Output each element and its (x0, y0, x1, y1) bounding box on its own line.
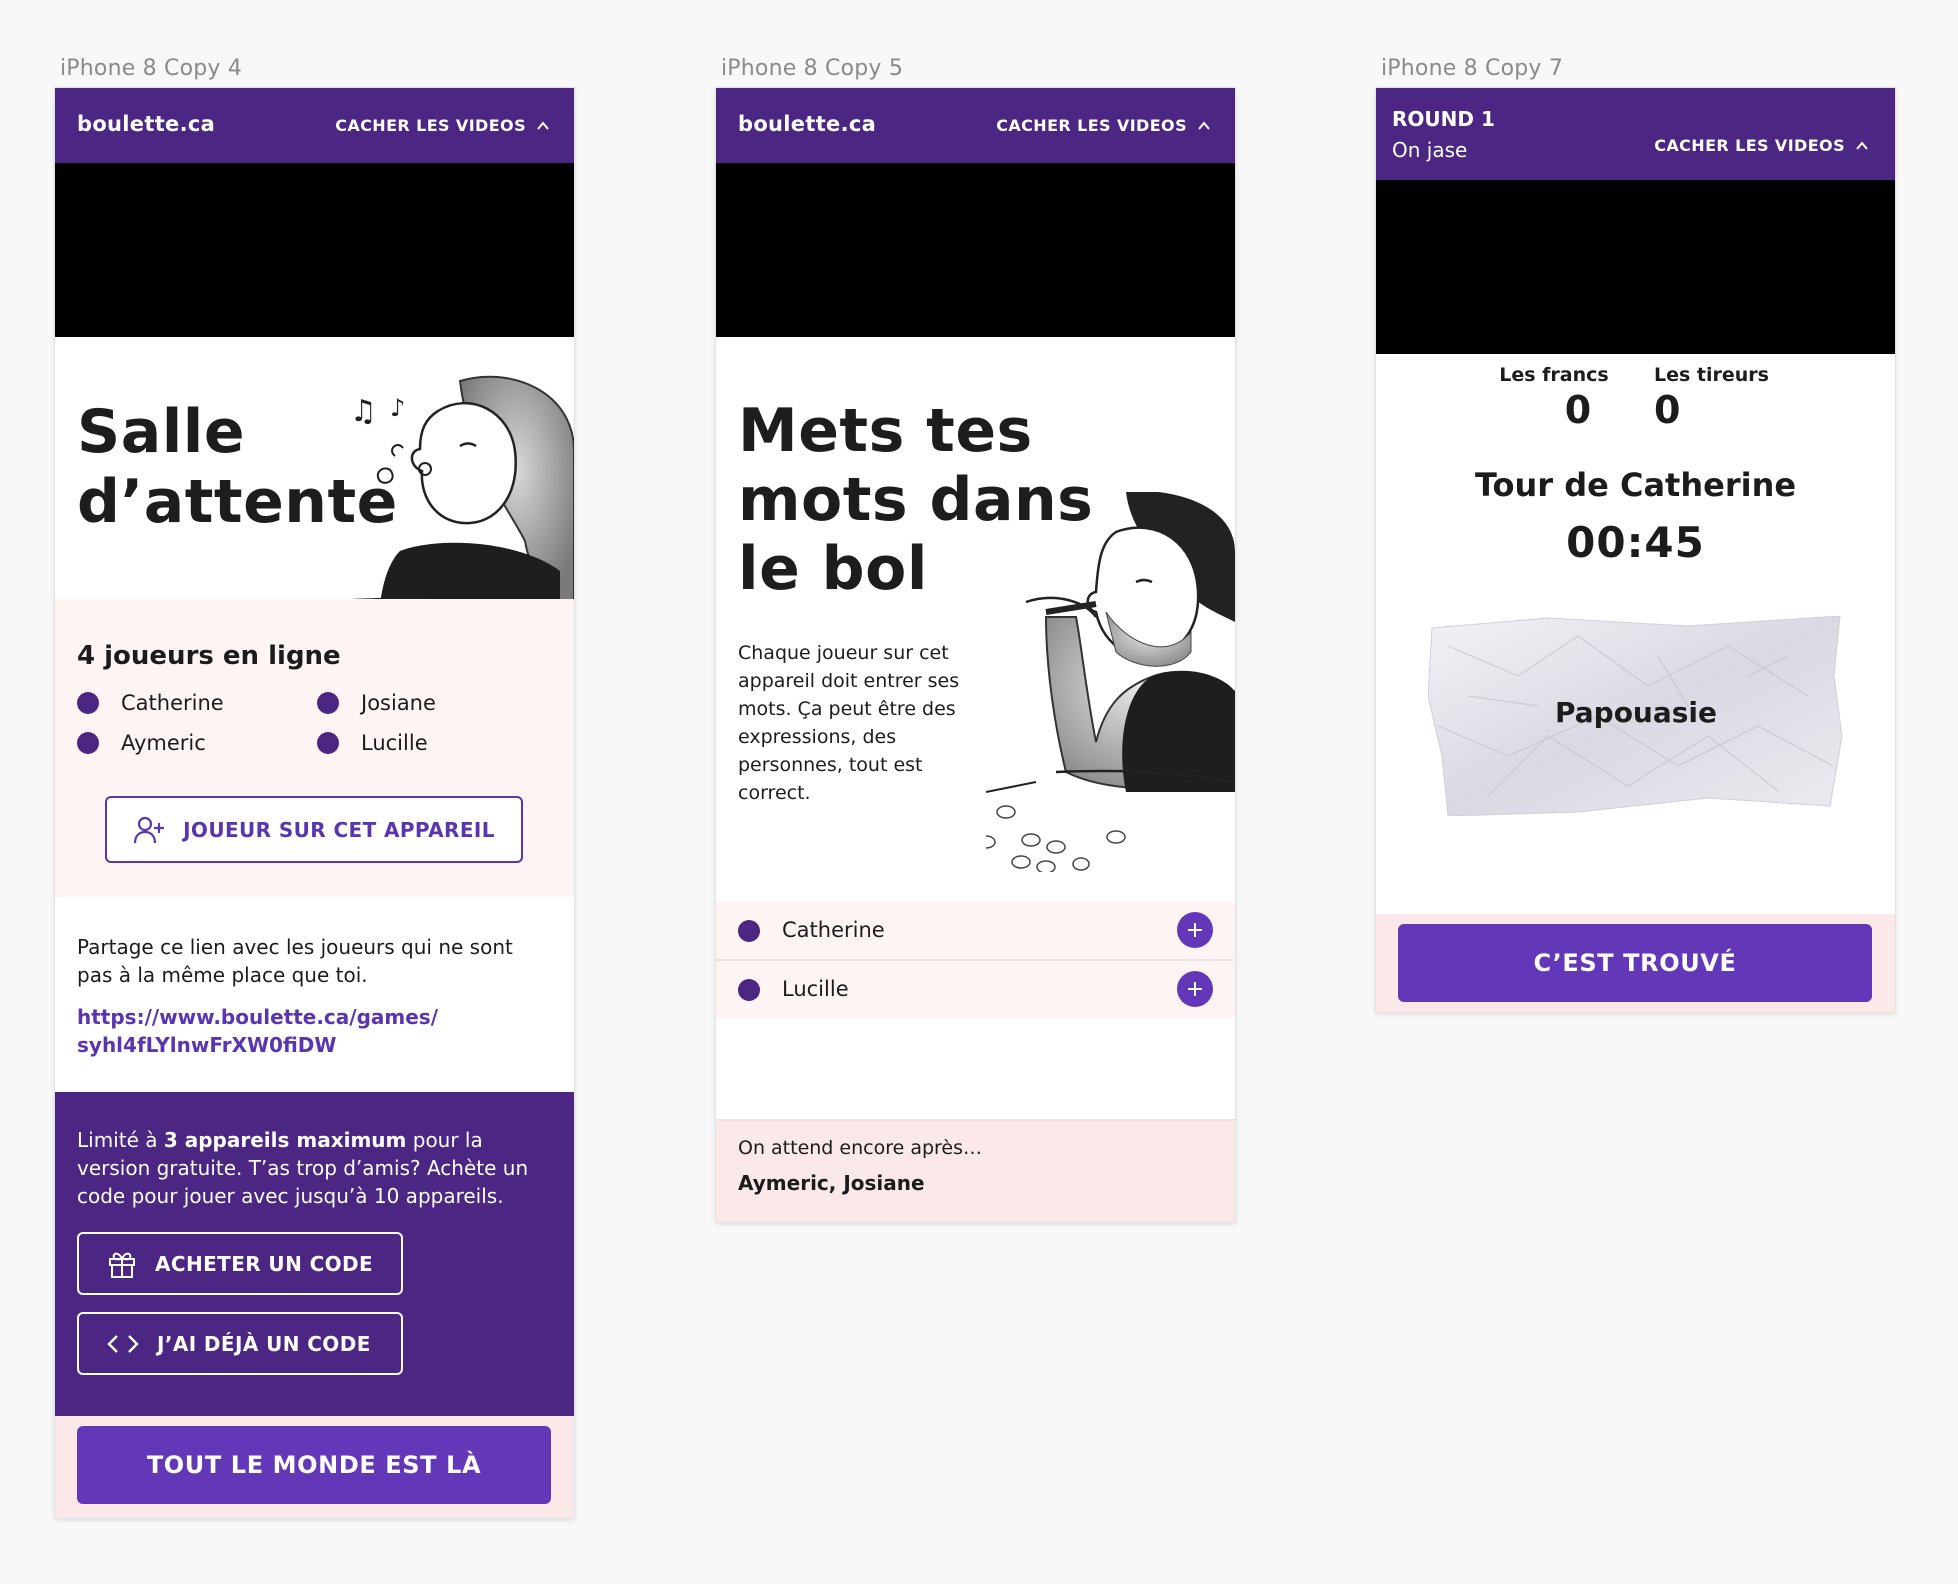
phone-screen-round: ROUND 1 On jase CACHER LES VIDEOS Les fr… (1376, 88, 1895, 1012)
found-label: C’EST TROUVÉ (1533, 949, 1737, 977)
timer: 00:45 (1566, 518, 1705, 567)
player-dot (317, 692, 339, 714)
video-area (716, 163, 1235, 337)
add-user-icon (133, 816, 165, 843)
code-brackets-icon (107, 1334, 139, 1353)
video-area (55, 163, 574, 337)
top-bar: boulette.ca CACHER LES VIDEOS (716, 88, 1235, 163)
plus-icon (1188, 923, 1202, 937)
upgrade-section: Limité à 3 appareils maximum pour la ver… (55, 1092, 574, 1416)
everyone-here-label: TOUT LE MONDE EST LÀ (146, 1451, 482, 1479)
hide-videos-button[interactable]: CACHER LES VIDEOS (996, 116, 1211, 135)
turn-label: Tour de Catherine (1474, 466, 1797, 504)
plus-icon (1188, 982, 1202, 996)
have-code-button[interactable]: J’AI DÉJÀ UN CODE (77, 1312, 403, 1375)
hide-videos-button[interactable]: CACHER LES VIDEOS (1654, 136, 1869, 155)
hero-section: Mets tes mots dans le bol Chaque joueur … (716, 337, 1235, 902)
player-name: Catherine (121, 691, 224, 715)
have-code-label: J’AI DÉJÀ UN CODE (157, 1331, 371, 1356)
player-name: Lucille (361, 731, 428, 755)
player-list: Catherine Josiane Aymeric Lucille (77, 691, 517, 755)
player-item: Aymeric (77, 731, 317, 755)
chevron-up-icon (1856, 140, 1868, 150)
spacer (716, 1018, 1235, 1119)
svg-text:♫: ♫ (350, 394, 377, 429)
player-name: Aymeric (121, 731, 206, 755)
hide-videos-label: CACHER LES VIDEOS (335, 116, 526, 135)
player-name: Lucille (782, 977, 849, 1001)
team-score: 0 (1654, 388, 1681, 432)
found-button[interactable]: C’EST TROUVÉ (1398, 924, 1872, 1002)
buy-code-label: ACHETER UN CODE (155, 1251, 374, 1276)
player-dot (77, 732, 99, 754)
artboard-label-3: iPhone 8 Copy 7 (1381, 56, 1564, 81)
gift-icon (109, 1252, 135, 1278)
hide-videos-label: CACHER LES VIDEOS (1654, 136, 1845, 155)
everyone-here-button[interactable]: TOUT LE MONDE EST LÀ (77, 1426, 551, 1504)
phone-screen-waiting-room: boulette.ca CACHER LES VIDEOS Salle d’at… (55, 88, 574, 1518)
title-line: Mets tes (738, 396, 1033, 466)
bottom-action-bar: C’EST TROUVÉ (1376, 914, 1895, 1012)
hide-videos-button[interactable]: CACHER LES VIDEOS (335, 116, 550, 135)
team-name: Les tireurs (1654, 364, 1769, 386)
man-blowing-illustration (986, 492, 1235, 872)
waiting-names: Aymeric, Josiane (738, 1171, 925, 1195)
players-online-section: 4 joueurs en ligne Catherine Josiane Aym… (55, 599, 574, 897)
player-dot (738, 979, 760, 1001)
round-label: ROUND 1 (1392, 107, 1495, 131)
player-name: Josiane (361, 691, 436, 715)
round-name: On jase (1392, 138, 1468, 162)
team-score: 0 (1564, 388, 1592, 432)
artboard-label-1: iPhone 8 Copy 4 (60, 56, 243, 81)
current-word: Papouasie (1554, 696, 1718, 729)
word-paper-card: Papouasie (1428, 616, 1844, 816)
limit-text: Limité à 3 appareils maximum pour la ver… (77, 1126, 547, 1210)
player-words-list: Catherine Lucille (716, 902, 1235, 1018)
limit-text-bold: 3 appareils maximum (163, 1128, 407, 1152)
list-item: Catherine (716, 902, 1235, 961)
brand-logo[interactable]: boulette.ca (77, 112, 215, 136)
share-section: Partage ce lien avec les joueurs qui ne … (55, 897, 574, 1092)
add-player-button[interactable]: JOUEUR SUR CET APPAREIL (105, 796, 523, 863)
player-name: Catherine (782, 918, 885, 942)
brand-logo[interactable]: boulette.ca (738, 112, 876, 136)
add-words-button[interactable] (1177, 971, 1213, 1007)
player-dot (317, 732, 339, 754)
team-score-2: Les tireurs 0 (1654, 364, 1784, 432)
instructions-text: Chaque joueur sur cet appareil doit entr… (738, 642, 960, 804)
player-item: Catherine (77, 691, 317, 715)
share-link[interactable]: https://www.boulette.ca/games/ syhl4fLYl… (77, 1003, 438, 1059)
player-dot (77, 692, 99, 714)
waiting-label: On attend encore après… (738, 1137, 983, 1159)
video-area (1376, 180, 1895, 354)
chevron-up-icon (537, 120, 549, 130)
team-name: Les francs (1499, 364, 1609, 386)
share-link-line: syhl4fLYlnwFrXW0fiDW (77, 1033, 337, 1057)
player-item: Josiane (317, 691, 517, 715)
share-link-line: https://www.boulette.ca/games/ (77, 1005, 439, 1029)
phone-screen-enter-words: boulette.ca CACHER LES VIDEOS Mets tes m… (716, 88, 1235, 1222)
hide-videos-label: CACHER LES VIDEOS (996, 116, 1187, 135)
players-online-heading: 4 joueurs en ligne (77, 641, 341, 671)
waiting-footer: On attend encore après… Aymeric, Josiane (716, 1119, 1235, 1222)
artboard-label-2: iPhone 8 Copy 5 (721, 56, 904, 81)
add-words-button[interactable] (1177, 912, 1213, 948)
top-bar: boulette.ca CACHER LES VIDEOS (55, 88, 574, 163)
limit-text-before: Limité à (77, 1128, 164, 1152)
list-item: Lucille (716, 961, 1235, 1018)
share-text: Partage ce lien avec les joueurs qui ne … (77, 935, 513, 987)
add-player-label: JOUEUR SUR CET APPAREIL (183, 817, 495, 842)
hero-section: Salle d’attente ♫ ♪ (55, 337, 574, 671)
top-bar: ROUND 1 On jase CACHER LES VIDEOS (1376, 88, 1895, 180)
bottom-action-bar: TOUT LE MONDE EST LÀ (55, 1416, 574, 1518)
player-dot (738, 920, 760, 942)
team-score-1: Les francs 0 (1494, 364, 1614, 432)
game-area: Les francs 0 Les tireurs 0 Tour de Cathe… (1376, 354, 1895, 914)
player-item: Lucille (317, 731, 517, 755)
svg-text:♪: ♪ (390, 394, 405, 422)
buy-code-button[interactable]: ACHETER UN CODE (77, 1232, 403, 1295)
chevron-up-icon (1198, 120, 1210, 130)
